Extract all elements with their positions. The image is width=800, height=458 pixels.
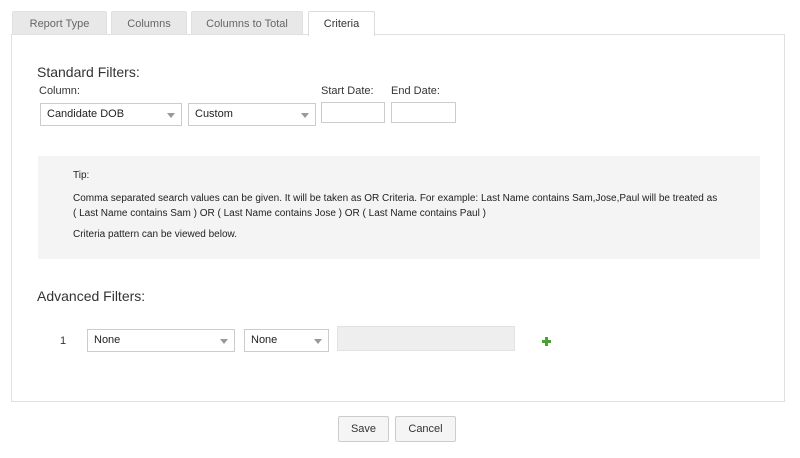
chevron-down-icon <box>220 339 228 344</box>
tab-columns[interactable]: Columns <box>111 11 187 35</box>
date-condition-select[interactable]: Custom <box>188 103 316 126</box>
tip-line-1: Comma separated search values can be giv… <box>73 193 718 204</box>
tip-heading: Tip: <box>73 170 90 181</box>
advanced-column-select[interactable]: None <box>87 329 235 352</box>
column-label: Column: <box>39 85 80 97</box>
tip-line-2: ( Last Name contains Sam ) OR ( Last Nam… <box>73 208 486 219</box>
save-button[interactable]: Save <box>338 416 389 442</box>
start-date-label: Start Date: <box>321 85 374 97</box>
advanced-condition-value: None <box>251 334 278 346</box>
chevron-down-icon <box>167 113 175 118</box>
tab-report-type[interactable]: Report Type <box>12 11 107 35</box>
column-select-value: Candidate DOB <box>47 108 125 120</box>
advanced-value-input[interactable] <box>337 326 515 351</box>
cancel-button[interactable]: Cancel <box>395 416 456 442</box>
date-condition-value: Custom <box>195 108 233 120</box>
tab-criteria[interactable]: Criteria <box>308 11 375 36</box>
tip-line-3: Criteria pattern can be viewed below. <box>73 229 237 240</box>
criteria-panel: Standard Filters: Column: Start Date: En… <box>11 34 785 402</box>
column-select[interactable]: Candidate DOB <box>40 103 182 126</box>
standard-filters-title: Standard Filters: <box>37 64 140 80</box>
tab-columns-to-total[interactable]: Columns to Total <box>191 11 303 35</box>
filter-row-number: 1 <box>60 335 67 347</box>
start-date-input[interactable] <box>321 102 385 123</box>
add-filter-icon[interactable] <box>542 337 551 346</box>
end-date-input[interactable] <box>391 102 456 123</box>
advanced-condition-select[interactable]: None <box>244 329 329 352</box>
end-date-label: End Date: <box>391 85 440 97</box>
advanced-filters-title: Advanced Filters: <box>37 288 146 304</box>
advanced-column-value: None <box>94 334 121 346</box>
chevron-down-icon <box>314 339 322 344</box>
tip-box: Tip: Comma separated search values can b… <box>38 156 760 259</box>
chevron-down-icon <box>301 113 309 118</box>
